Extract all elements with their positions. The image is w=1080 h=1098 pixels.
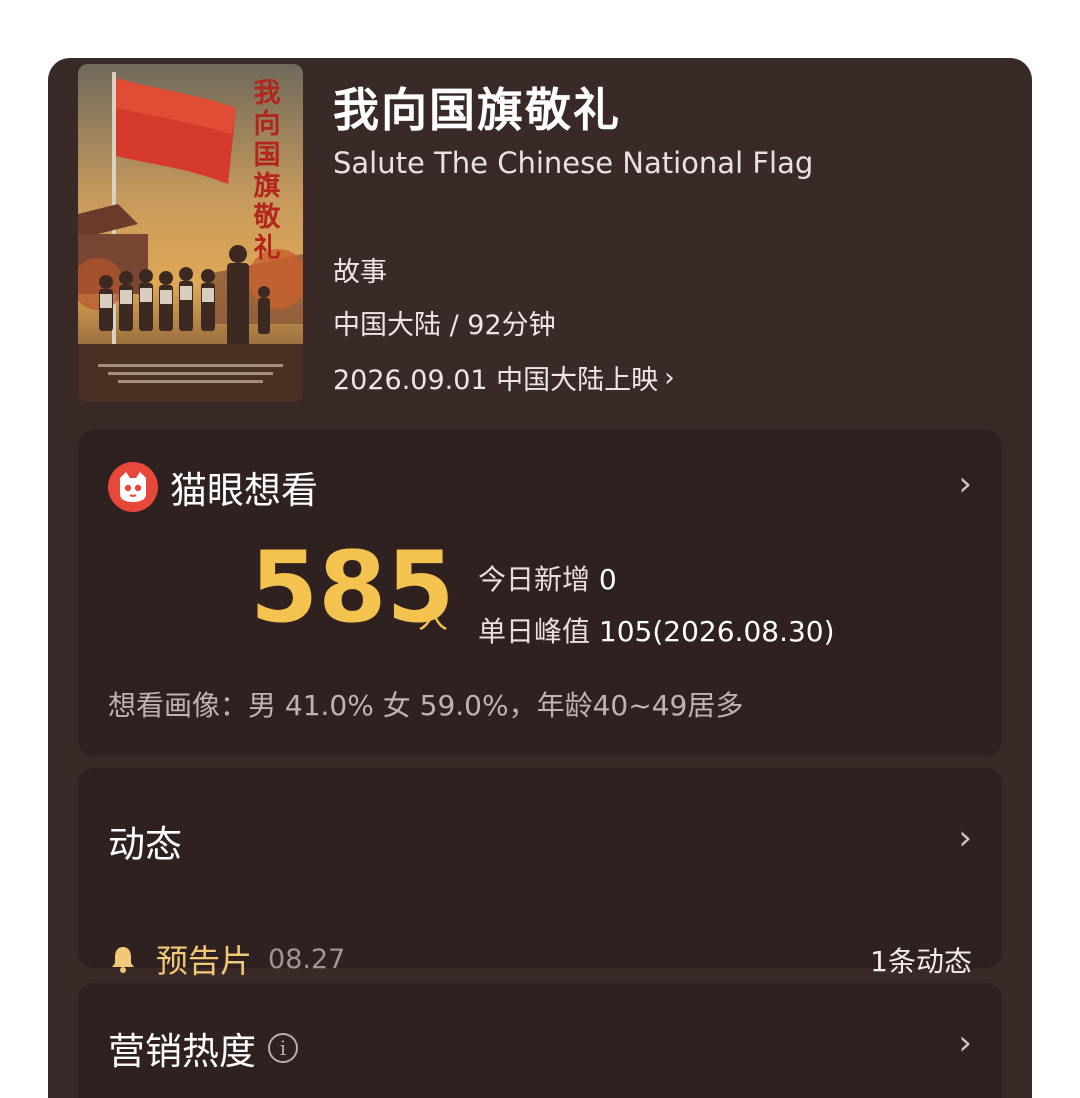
movie-title: 我向国旗敬礼 xyxy=(333,83,621,137)
chevron-right-icon[interactable]: › xyxy=(958,1023,972,1063)
marketing-heat-header: 营销热度 i xyxy=(108,1021,298,1075)
movie-region-duration: 中国大陆 / 92分钟 xyxy=(333,310,556,341)
daily-peak-stat: 单日峰值 105(2026.08.30) xyxy=(478,610,835,650)
want-to-see-header: 猫眼想看 xyxy=(108,460,318,514)
movie-genre: 故事 xyxy=(333,257,387,288)
release-date-link[interactable]: 2026.09.01 中国大陆上映 › xyxy=(333,358,675,397)
maoyan-cat-icon xyxy=(108,462,158,512)
info-icon[interactable]: i xyxy=(268,1033,298,1063)
want-to-see-label: 猫眼想看 xyxy=(170,469,318,512)
chevron-right-icon: › xyxy=(664,362,675,393)
want-count-unit: 人 xyxy=(418,601,448,636)
movie-detail-card: 我向国旗敬礼 我向国旗敬礼 Salute The Chinese Nationa… xyxy=(48,58,1032,1098)
poster-title-text: 我向国旗敬礼 xyxy=(253,78,281,264)
news-count: 1条动态 xyxy=(870,945,972,978)
audience-profile: 想看画像：男 41.0% 女 59.0%，年龄40~49居多 xyxy=(108,689,744,722)
bell-icon xyxy=(112,947,134,973)
today-new-value: 0 xyxy=(598,563,617,596)
news-label: 动态 xyxy=(108,823,182,866)
movie-english-title: Salute The Chinese National Flag xyxy=(333,146,814,180)
movie-poster[interactable]: 我向国旗敬礼 xyxy=(78,64,303,402)
trailer-label: 预告片 xyxy=(156,942,253,980)
marketing-heat-panel[interactable]: 营销热度 i › xyxy=(78,983,1002,1098)
chevron-right-icon[interactable]: › xyxy=(958,818,972,858)
trailer-date: 08.27 xyxy=(268,943,346,975)
daily-peak-label: 单日峰值 xyxy=(478,615,591,648)
today-new-stat: 今日新增 0 xyxy=(478,558,617,598)
want-to-see-panel[interactable]: 猫眼想看 › 585 人 今日新增 0 单日峰值 105(2026.08.30)… xyxy=(78,430,1002,756)
today-new-label: 今日新增 xyxy=(478,563,591,596)
release-date-text: 2026.09.01 中国大陆上映 xyxy=(333,365,659,396)
news-panel[interactable]: 动态 › 预告片 08.27 1条动态 xyxy=(78,768,1002,980)
daily-peak-value: 105(2026.08.30) xyxy=(598,615,835,648)
news-item[interactable]: 预告片 08.27 xyxy=(108,936,345,982)
chevron-right-icon[interactable]: › xyxy=(958,464,972,504)
marketing-heat-label: 营销热度 xyxy=(108,1030,256,1073)
